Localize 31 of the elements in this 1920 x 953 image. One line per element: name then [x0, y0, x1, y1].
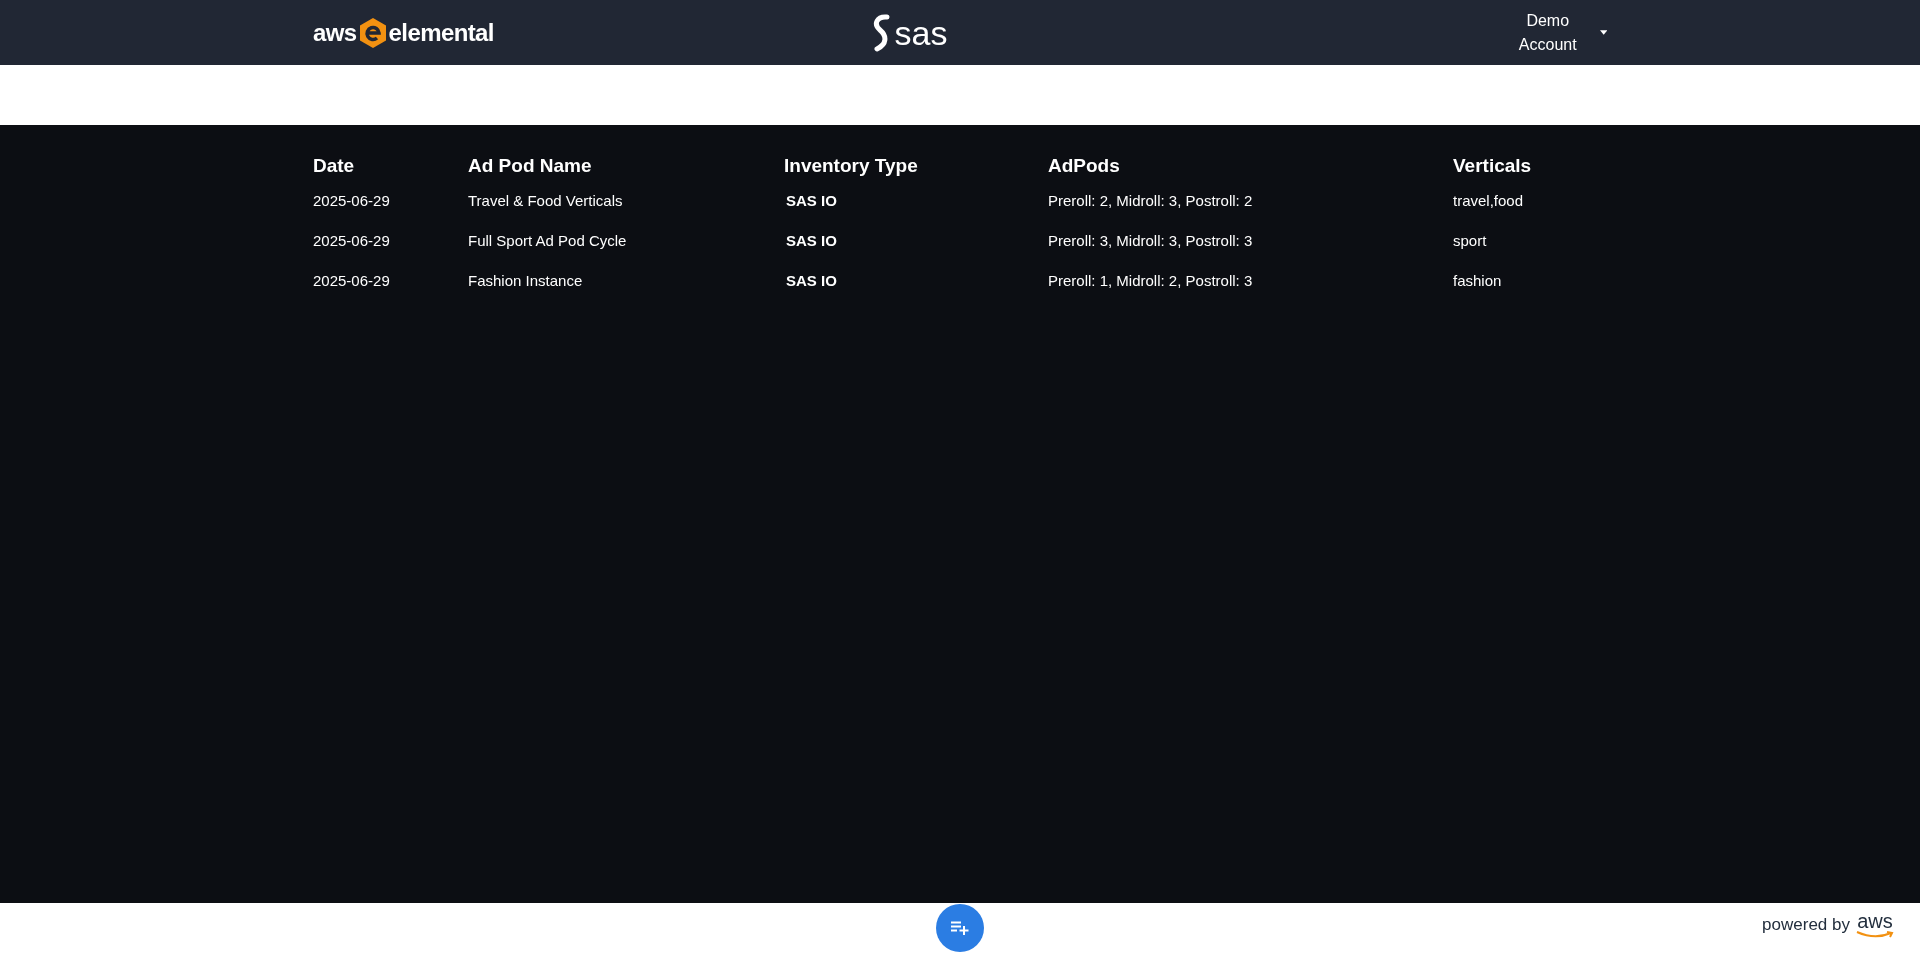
column-header: Ad Pod Name	[468, 153, 593, 178]
column-header: AdPods	[1048, 153, 1121, 178]
hexagon-logo-icon	[358, 16, 387, 49]
brand-logo-text: elemental	[388, 17, 494, 48]
table-cell-text: travel,food	[1453, 190, 1525, 211]
table-cell-text: SAS IO	[785, 270, 838, 291]
column-header: Verticals	[1453, 153, 1533, 178]
smile-arrow-icon	[1856, 931, 1894, 939]
table-cell-text: Preroll: 1, Midroll: 2, Postroll: 3	[1048, 270, 1254, 291]
add-to-list-button[interactable]	[936, 904, 984, 952]
table-cell-text: 2025-06-29	[313, 190, 391, 211]
sas-logo-text: sas	[894, 15, 948, 50]
table-cell-text: 2025-06-29	[313, 230, 391, 251]
aws-logo-text: aws	[1857, 911, 1893, 931]
table-cell-text: fashion	[1453, 270, 1503, 291]
table-cell-text: Full Sport Ad Pod Cycle	[468, 230, 628, 251]
table-cell-text: sport	[1453, 230, 1488, 251]
table-cell-text: 2025-06-29	[313, 270, 391, 291]
column-header: Date	[313, 153, 356, 178]
account-menu[interactable]: Demo Account	[1499, 8, 1607, 57]
table-cell-text: SAS IO	[785, 190, 838, 211]
table-cell-text: Preroll: 2, Midroll: 3, Postroll: 2	[1048, 190, 1254, 211]
powered-by-text: powered by	[1762, 914, 1850, 936]
column-header: Inventory Type	[784, 153, 919, 178]
table-cell-text: Fashion Instance	[468, 270, 584, 291]
brand-logo-text: aws	[313, 17, 357, 48]
caret-icon	[1599, 30, 1607, 35]
table-cell-text: SAS IO	[785, 230, 838, 251]
playlist-add-icon	[951, 921, 969, 935]
table-cell-text: Preroll: 3, Midroll: 3, Postroll: 3	[1048, 230, 1254, 251]
table-cell-text: Travel & Food Verticals	[468, 190, 624, 211]
